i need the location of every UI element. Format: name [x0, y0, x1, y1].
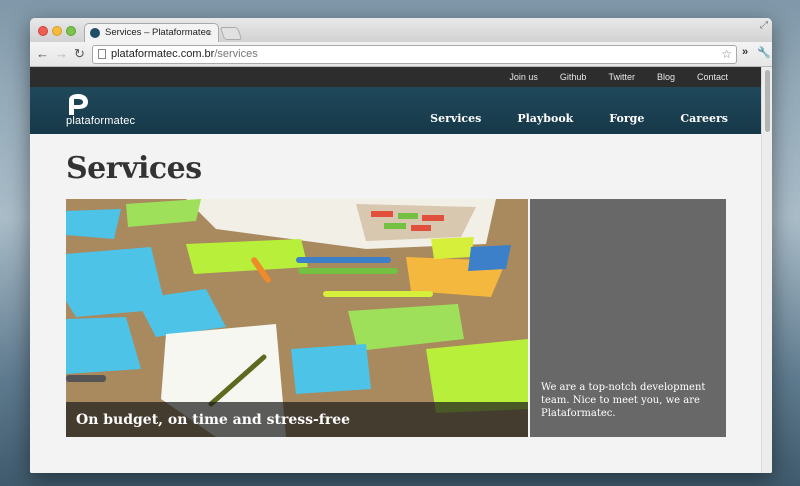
hero-caption: On budget, on time and stress-free — [66, 402, 528, 437]
address-bar[interactable]: plataformatec.com.br/services ☆ — [92, 45, 737, 64]
site-topbar: Join us Github Twitter Blog Contact — [30, 67, 761, 87]
top-link-blog[interactable]: Blog — [657, 67, 675, 87]
site-navbar: plataformatec Services Playbook Forge Ca… — [30, 87, 761, 134]
hero-image: On budget, on time and stress-free — [66, 199, 528, 437]
nav-link-playbook[interactable]: Playbook — [517, 87, 573, 151]
nav-link-careers[interactable]: Careers — [680, 87, 728, 151]
plataformatec-logo-icon — [69, 94, 88, 115]
browser-window: Services – Plataformatec × ⤢ ← → ↻ plata… — [30, 18, 772, 473]
logo-text: plataformatec — [66, 115, 136, 127]
window-close-button[interactable] — [38, 26, 48, 36]
browser-toolbar: ← → ↻ plataformatec.com.br/services ☆ » … — [30, 42, 772, 67]
page-icon — [98, 49, 106, 59]
intro-panel: We are a top-notch development team. Nic… — [530, 199, 726, 437]
top-link-github[interactable]: Github — [560, 67, 587, 87]
new-tab-button[interactable] — [219, 27, 243, 40]
top-link-join-us[interactable]: Join us — [509, 67, 538, 87]
back-arrow-icon[interactable]: ← — [36, 46, 49, 62]
tab-title: Services – Plataformatec — [105, 27, 211, 38]
forward-arrow-icon[interactable]: → — [55, 46, 68, 62]
url-path: /services — [214, 48, 258, 60]
wrench-icon[interactable]: 🔧 — [757, 46, 771, 59]
site-logo[interactable]: plataformatec — [66, 94, 186, 130]
top-link-contact[interactable]: Contact — [697, 67, 728, 87]
url-host: plataformatec.com.br — [111, 48, 215, 60]
window-minimize-button[interactable] — [52, 26, 62, 36]
plataformatec-favicon-icon — [90, 28, 100, 38]
fullscreen-icon[interactable]: ⤢ — [760, 20, 768, 31]
top-link-twitter[interactable]: Twitter — [608, 67, 635, 87]
extensions-overflow-button[interactable]: » — [742, 46, 748, 58]
tab-close-icon[interactable]: × — [207, 24, 212, 42]
nav-link-forge[interactable]: Forge — [609, 87, 644, 151]
page-title: Services — [66, 151, 202, 186]
top-links: Join us Github Twitter Blog Contact — [509, 67, 728, 87]
page-scrollbar[interactable] — [761, 67, 772, 473]
main-nav: Services Playbook Forge Careers — [430, 87, 728, 151]
nav-link-services[interactable]: Services — [430, 87, 481, 151]
scrollbar-thumb[interactable] — [765, 70, 770, 132]
bookmark-star-icon[interactable]: ☆ — [721, 46, 732, 63]
browser-titlebar: Services – Plataformatec × ⤢ — [30, 18, 772, 42]
window-maximize-button[interactable] — [66, 26, 76, 36]
browser-tab[interactable]: Services – Plataformatec × — [84, 23, 219, 42]
intro-text: We are a top-notch development team. Nic… — [541, 382, 706, 419]
page-viewport: Join us Github Twitter Blog Contact plat… — [30, 67, 772, 473]
reload-icon[interactable]: ↻ — [74, 46, 85, 62]
